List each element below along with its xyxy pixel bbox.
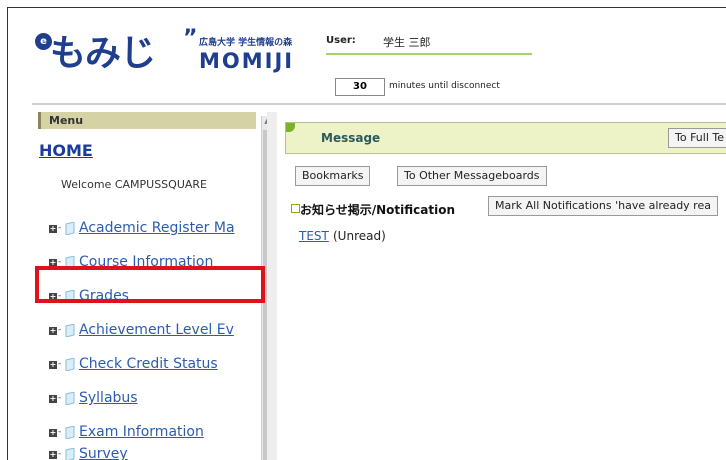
sidebar-item-exam-information[interactable]: + - Exam Information — [49, 424, 259, 444]
message-bullet-icon — [286, 123, 295, 132]
sidebar-item-survey[interactable]: + - Survey — [49, 446, 259, 460]
notification-label: お知らせ掲示/Notification — [300, 203, 456, 217]
expand-plus-icon[interactable]: + — [49, 327, 57, 335]
logo-kana: もみじ — [50, 33, 156, 74]
browser-frame: e もみじ ” 広島大学 学生情報の森 MOMIJI User: 学生 三郎 3… — [7, 7, 726, 460]
logo-subtitle: 広島大学 学生情報の森 — [199, 38, 293, 48]
expand-plus-icon[interactable]: + — [49, 225, 57, 233]
sidebar-item-label[interactable]: Achievement Level Ev — [79, 322, 234, 338]
sidebar-item-label[interactable]: Survey — [79, 446, 128, 460]
expand-plus-icon[interactable]: + — [49, 361, 57, 369]
notification-link-test[interactable]: TEST — [299, 229, 329, 243]
disconnect-timer-label: minutes until disconnect — [389, 81, 500, 91]
unread-status: (Unread) — [333, 229, 386, 243]
pane-divider[interactable] — [267, 112, 277, 460]
tree-dash: - — [58, 223, 62, 233]
user-underline — [326, 53, 532, 55]
notification-bullet-icon — [291, 204, 300, 213]
user-name: 学生 三郎 — [383, 36, 431, 49]
sidebar-item-academic-register[interactable]: + - Academic Register Ma — [49, 220, 259, 240]
sidebar-item-achievement-level[interactable]: + - Achievement Level Ev — [49, 322, 259, 342]
mark-all-read-button[interactable]: Mark All Notifications 'have already rea — [488, 196, 718, 216]
tree-dash: - — [58, 325, 62, 335]
sidebar-item-label[interactable]: Academic Register Ma — [79, 220, 235, 236]
to-full-text-button[interactable]: To Full Te — [668, 128, 726, 148]
folder-icon — [65, 392, 75, 405]
welcome-text: Welcome CAMPUSSQUARE — [61, 178, 207, 191]
home-link[interactable]: HOME — [39, 141, 93, 160]
message-title: Message — [321, 131, 381, 145]
header-divider — [32, 103, 726, 105]
folder-icon — [65, 358, 75, 371]
sidebar-item-label[interactable]: Syllabus — [79, 390, 138, 406]
tree-dash: - — [58, 449, 62, 459]
folder-icon — [65, 426, 75, 439]
bookmarks-button[interactable]: Bookmarks — [295, 166, 371, 186]
menu-header: Menu — [38, 112, 256, 129]
sidebar-item-label[interactable]: Exam Information — [79, 424, 204, 440]
folder-icon — [65, 448, 75, 460]
expand-plus-icon[interactable]: + — [49, 429, 57, 437]
folder-icon — [65, 324, 75, 337]
tree-dash: - — [58, 393, 62, 403]
user-label: User: — [326, 35, 356, 46]
expand-plus-icon[interactable]: + — [49, 395, 57, 403]
folder-icon — [65, 222, 75, 235]
tree-dash: - — [58, 427, 62, 437]
tree-dash: - — [58, 359, 62, 369]
disconnect-timer-field: 30 — [335, 78, 385, 96]
logo-quote: ” — [183, 26, 198, 51]
sidebar-item-label[interactable]: Check Credit Status — [79, 356, 218, 372]
logo-english: MOMIJI — [199, 49, 295, 73]
message-header-bar: Message — [285, 122, 726, 154]
expand-plus-icon[interactable]: + — [49, 451, 57, 459]
other-messageboards-button[interactable]: To Other Messageboards — [397, 166, 547, 186]
sidebar-item-check-credit-status[interactable]: + - Check Credit Status — [49, 356, 259, 376]
highlight-box — [35, 266, 265, 303]
sidebar-item-syllabus[interactable]: + - Syllabus — [49, 390, 259, 410]
